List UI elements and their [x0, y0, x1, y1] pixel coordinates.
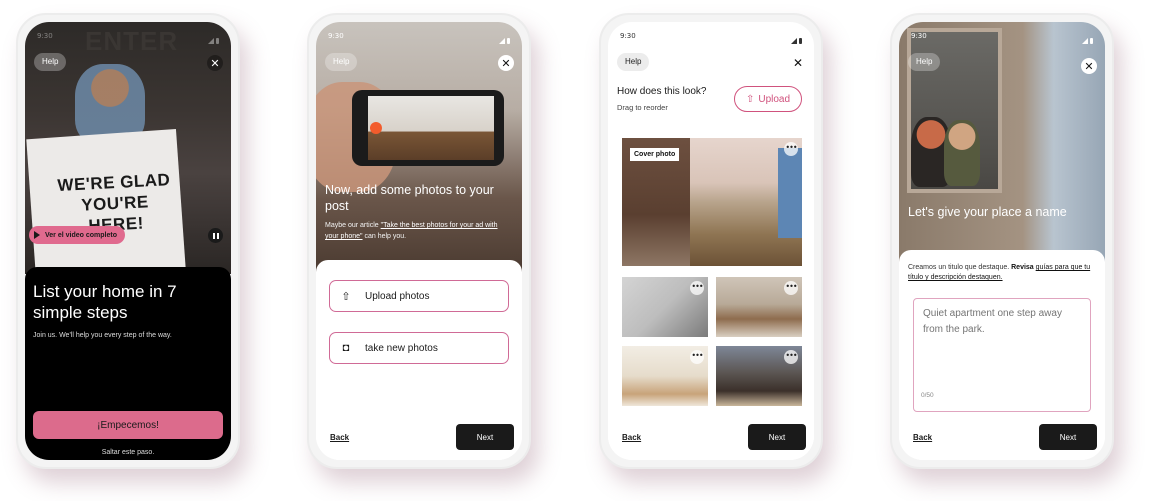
- next-button[interactable]: Next: [1039, 424, 1097, 450]
- page-subtitle: Join us. We'll help you every step of th…: [33, 332, 172, 339]
- title-guidance-text: Creamos un titulo que destaque. Revisa g…: [908, 263, 1095, 283]
- photo-thumbnail[interactable]: •••: [716, 346, 802, 406]
- watch-full-video-button[interactable]: Ver el video completo: [29, 226, 125, 244]
- cover-photo[interactable]: Cover photo •••: [622, 138, 802, 266]
- room-preview-image: [368, 96, 494, 160]
- page-title: Now, add some photos to your post: [325, 183, 494, 213]
- phone-review-photos-screen: 9:30 Help ✕ How does this look? Drag to …: [599, 13, 823, 469]
- guidance-prefix: Creamos un titulo que destaque.: [908, 264, 1012, 271]
- signal-battery-icon: [791, 32, 802, 44]
- status-bar: 9:30: [328, 32, 510, 44]
- play-icon: [34, 231, 40, 239]
- close-icon[interactable]: ✕: [790, 55, 806, 71]
- next-button[interactable]: Next: [456, 424, 514, 450]
- signal-battery-icon: [1082, 32, 1093, 44]
- intro-sheet: List your home in 7 simple steps Join us…: [25, 267, 231, 460]
- phone-welcome-screen: ENTER WE'RE GLAD YOU'RE HERE! 9:30 Help …: [16, 13, 240, 469]
- help-button[interactable]: Help: [325, 53, 358, 71]
- screen-name-place: 9:30 Help ✕ Let's give your place a name…: [899, 22, 1105, 460]
- building-image-part: [778, 148, 802, 238]
- help-button[interactable]: Help: [617, 53, 650, 71]
- help-button[interactable]: Help: [34, 53, 67, 71]
- page-title: How does this look?: [617, 86, 707, 97]
- camera-icon: ◘: [342, 342, 350, 354]
- more-options-icon[interactable]: •••: [690, 350, 704, 364]
- subtitle-prefix: Maybe our article: [325, 222, 381, 229]
- close-icon[interactable]: ✕: [207, 55, 223, 71]
- help-button[interactable]: Help: [908, 53, 941, 71]
- status-bar: 9:30: [37, 32, 219, 44]
- status-time: 9:30: [328, 32, 344, 40]
- char-counter: 0/50: [921, 392, 934, 399]
- take-new-photos-button[interactable]: ◘ take new photos: [329, 332, 509, 364]
- upload-photos-label: Upload photos: [365, 290, 430, 302]
- screen-welcome: ENTER WE'RE GLAD YOU'RE HERE! 9:30 Help …: [25, 22, 231, 460]
- footer-nav: Back Next: [608, 414, 814, 460]
- screen-review-photos: 9:30 Help ✕ How does this look? Drag to …: [608, 22, 814, 460]
- status-time: 9:30: [911, 32, 927, 40]
- more-options-icon[interactable]: •••: [784, 142, 798, 156]
- photo-thumbnail[interactable]: •••: [716, 277, 802, 337]
- footer-nav: Back Next: [316, 414, 522, 460]
- status-bar: 9:30: [911, 32, 1093, 44]
- close-icon[interactable]: ✕: [1081, 58, 1097, 74]
- status-bar: 9:30: [620, 32, 802, 44]
- start-button[interactable]: ¡Empecemos!: [33, 411, 223, 439]
- cover-photo-badge: Cover photo: [630, 148, 680, 161]
- place-title-input[interactable]: [913, 298, 1091, 412]
- skip-step-link[interactable]: Saltar este paso.: [25, 449, 231, 456]
- more-options-icon[interactable]: •••: [784, 350, 798, 364]
- subtitle-suffix: can help you.: [362, 233, 407, 240]
- page-title: List your home in 7 simple steps: [33, 282, 177, 322]
- person-image: [944, 120, 980, 186]
- take-new-photos-label: take new photos: [365, 342, 438, 354]
- footer-nav: Back Next: [899, 414, 1105, 460]
- signal-battery-icon: [208, 32, 219, 44]
- upload-icon: ⇧: [341, 290, 351, 303]
- more-options-icon[interactable]: •••: [690, 281, 704, 295]
- phone-add-photos-screen: 9:30 Help ✕ Now, add some photos to your…: [307, 13, 531, 469]
- watch-full-video-label: Ver el video completo: [45, 231, 117, 239]
- page-subtitle: Maybe our article "Take the best photos …: [325, 220, 513, 242]
- signal-battery-icon: [499, 32, 510, 44]
- more-options-icon[interactable]: •••: [784, 281, 798, 295]
- record-icon: [370, 122, 382, 134]
- back-button[interactable]: Back: [330, 433, 349, 442]
- upload-photos-button[interactable]: ⇧ Upload photos: [329, 280, 509, 312]
- photo-thumbnail[interactable]: •••: [622, 277, 708, 337]
- page-subtitle: Drag to reorder: [617, 103, 668, 112]
- status-time: 9:30: [37, 32, 53, 40]
- next-button[interactable]: Next: [748, 424, 806, 450]
- photo-thumbnail[interactable]: •••: [622, 346, 708, 406]
- upload-label: Upload: [758, 93, 791, 105]
- upload-button[interactable]: ⇧ Upload: [734, 86, 802, 112]
- upload-icon: ⇧: [745, 93, 755, 105]
- back-button[interactable]: Back: [622, 433, 641, 442]
- back-button[interactable]: Back: [913, 433, 932, 442]
- close-icon[interactable]: ✕: [498, 55, 514, 71]
- status-time: 9:30: [620, 32, 636, 40]
- phone-name-place-screen: 9:30 Help ✕ Let's give your place a name…: [890, 13, 1114, 469]
- review-header: How does this look? Drag to reorder: [617, 86, 707, 112]
- pause-icon[interactable]: [208, 228, 223, 243]
- guidance-bold: Revisa: [1011, 264, 1036, 271]
- screen-add-photos: 9:30 Help ✕ Now, add some photos to your…: [316, 22, 522, 460]
- page-title: Let's give your place a name: [908, 205, 1067, 219]
- hero-text: Now, add some photos to your post Maybe …: [325, 182, 513, 242]
